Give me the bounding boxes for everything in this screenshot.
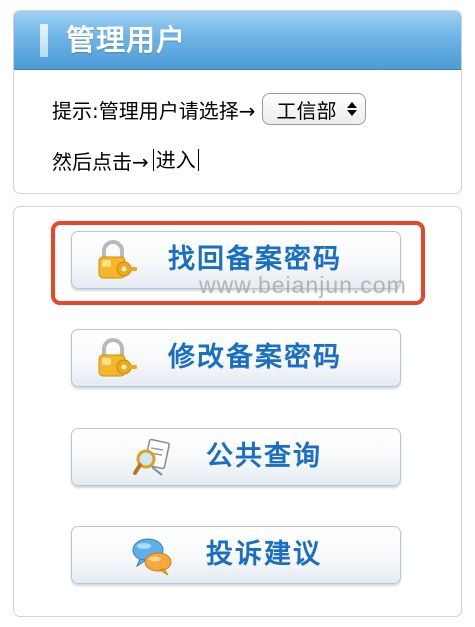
manage-user-panel: 管理用户 提示:管理用户请选择→ 工信部 然后点击→ 进入 (13, 10, 462, 194)
enter-prompt-row: 然后点击→ 进入 (52, 145, 199, 175)
public-query-label: 公共查询 (206, 441, 322, 472)
change-password-button[interactable]: 修改备案密码 (71, 329, 401, 387)
actions-panel: 找回备案密码 修改备案密码 公共查询 投诉建议 (13, 206, 462, 617)
magnifier-document-icon (133, 438, 170, 476)
panel-header: 管理用户 (14, 11, 461, 70)
enter-link[interactable]: 进入 (152, 149, 199, 171)
header-accent-bar (40, 24, 48, 57)
public-query-button[interactable]: 公共查询 (71, 428, 401, 486)
complaint-suggestion-label: 投诉建议 (206, 539, 322, 570)
enter-prompt-text: 然后点击→ (52, 149, 149, 174)
complaint-suggestion-button[interactable]: 投诉建议 (71, 526, 401, 584)
change-password-label: 修改备案密码 (168, 342, 342, 373)
select-prompt-row: 提示:管理用户请选择→ 工信部 (52, 92, 366, 126)
department-select-value: 工信部 (276, 98, 337, 123)
retrieve-password-label: 找回备案密码 (168, 244, 342, 275)
department-select[interactable]: 工信部 (261, 93, 366, 125)
select-arrows-icon (346, 102, 357, 116)
select-prompt-text: 提示:管理用户请选择→ (52, 98, 256, 123)
lock-key-icon (98, 338, 137, 377)
chat-bubbles-icon (132, 538, 172, 576)
panel-title: 管理用户 (66, 23, 187, 57)
lock-key-icon (98, 240, 137, 279)
retrieve-password-button[interactable]: 找回备案密码 (71, 231, 401, 289)
